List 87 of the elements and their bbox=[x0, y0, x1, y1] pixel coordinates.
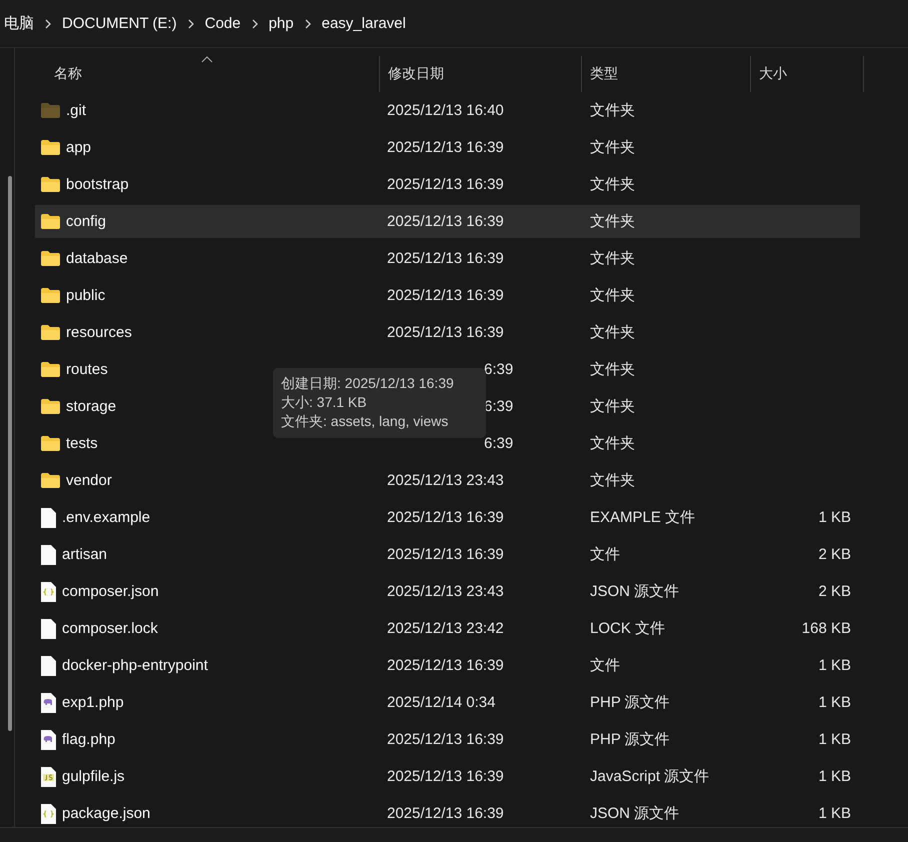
modified-date: 2025/12/13 16:39 bbox=[387, 804, 504, 822]
tooltip-line: 大小: 37.1 KB bbox=[281, 393, 368, 412]
modified-date: 2025/12/13 16:39 bbox=[387, 730, 504, 748]
breadcrumb-item[interactable]: easy_laravel bbox=[318, 15, 410, 32]
file-type: JSON 源文件 bbox=[589, 804, 680, 823]
modified-date: 2025/12/13 16:39 bbox=[387, 138, 504, 156]
file-type: 文件 bbox=[589, 656, 621, 675]
modified-date: 2025/12/13 16:39 bbox=[387, 324, 504, 340]
modified-date: 2025/12/13 23:42 bbox=[387, 620, 504, 636]
modified-date: 2025/12/13 16:39 bbox=[387, 656, 504, 674]
file-name: docker-php-entrypoint bbox=[62, 657, 208, 674]
file-type: LOCK 文件 bbox=[589, 619, 666, 638]
file-name: gulpfile.js bbox=[62, 768, 125, 785]
file-name: composer.lock bbox=[62, 620, 158, 637]
breadcrumb-item[interactable]: php bbox=[264, 15, 298, 32]
file-name: .git bbox=[66, 102, 86, 119]
modified-date: 2025/12/13 16:39 bbox=[387, 250, 504, 266]
chevron-icon bbox=[186, 18, 195, 28]
column-header[interactable]: 类型 bbox=[582, 56, 751, 92]
breadcrumb-item[interactable]: 电脑 bbox=[0, 14, 38, 33]
file-type: 文件夹 bbox=[589, 323, 636, 342]
file-size: 1 KB bbox=[817, 657, 851, 674]
chevron-icon bbox=[44, 18, 52, 28]
file-name: public bbox=[66, 287, 106, 304]
file-size: 1 KB bbox=[817, 509, 851, 526]
file-type: 文件夹 bbox=[589, 212, 636, 231]
file-name: exp1.php bbox=[62, 694, 124, 711]
file-name: bootstrap bbox=[66, 176, 129, 193]
file-row[interactable]: config 2025/12/13 16:39 文件夹 bbox=[35, 203, 860, 240]
file-name: package.json bbox=[62, 805, 150, 822]
file-name: resources bbox=[66, 324, 132, 341]
column-header[interactable]: 名称 bbox=[35, 56, 380, 92]
file-name: storage bbox=[66, 398, 116, 415]
file-size: 2 KB bbox=[817, 583, 851, 600]
file-type: 文件夹 bbox=[589, 471, 636, 490]
breadcrumb-item[interactable]: Code bbox=[200, 15, 245, 32]
file-size: 1 KB bbox=[817, 694, 851, 711]
file-type: 文件夹 bbox=[589, 397, 636, 416]
chevron-icon bbox=[304, 18, 312, 28]
file-type: 文件夹 bbox=[589, 138, 636, 157]
modified-date: 6:39 bbox=[484, 434, 514, 452]
file-size: 2 KB bbox=[817, 546, 851, 563]
file-name: app bbox=[66, 139, 92, 156]
file-name: .env.example bbox=[62, 509, 150, 526]
file-type: 文件夹 bbox=[589, 286, 636, 305]
file-type: 文件夹 bbox=[589, 360, 636, 379]
sort-caret-icon bbox=[201, 56, 213, 63]
file-name: composer.json bbox=[62, 583, 159, 600]
modified-date: 2025/12/13 16:40 bbox=[387, 102, 504, 118]
scrollbar-thumb[interactable] bbox=[8, 176, 12, 731]
file-name: config bbox=[66, 213, 106, 230]
file-name: database bbox=[66, 250, 128, 267]
file-type: PHP 源文件 bbox=[589, 730, 671, 749]
chevron-icon bbox=[250, 18, 259, 28]
modified-date: 2025/12/13 16:39 bbox=[387, 212, 504, 230]
file-type: 文件夹 bbox=[589, 434, 636, 453]
file-type: 文件夹 bbox=[589, 249, 636, 268]
column-header[interactable]: 修改日期 bbox=[380, 56, 582, 92]
modified-date: 2025/12/13 16:39 bbox=[387, 508, 504, 526]
modified-date: 2025/12/13 16:39 bbox=[387, 768, 504, 784]
modified-date: 2025/12/14 0:34 bbox=[387, 694, 496, 710]
file-size: 1 KB bbox=[817, 768, 851, 785]
file-name: artisan bbox=[62, 546, 108, 563]
file-name: flag.php bbox=[62, 731, 116, 748]
file-name: tests bbox=[66, 435, 98, 452]
file-type: JavaScript 源文件 bbox=[589, 767, 710, 786]
file-name: vendor bbox=[66, 472, 112, 489]
breadcrumb-item[interactable]: DOCUMENT (E:) bbox=[58, 15, 181, 32]
modified-date: 2025/12/13 16:39 bbox=[387, 546, 504, 562]
file-type: JSON 源文件 bbox=[589, 582, 680, 601]
column-header[interactable]: 大小 bbox=[751, 56, 864, 92]
modified-date: 6:39 bbox=[484, 360, 514, 378]
file-size: 1 KB bbox=[817, 731, 851, 748]
file-name: routes bbox=[66, 361, 108, 378]
file-type: PHP 源文件 bbox=[589, 693, 671, 712]
tooltip-line: 文件夹: assets, lang, views bbox=[281, 412, 450, 431]
modified-date: 2025/12/13 23:43 bbox=[387, 582, 504, 600]
file-type: EXAMPLE 文件 bbox=[589, 508, 696, 527]
file-type: 文件夹 bbox=[589, 101, 636, 120]
modified-date: 2025/12/13 23:43 bbox=[387, 472, 504, 488]
file-size: 168 KB bbox=[800, 620, 851, 637]
file-type: 文件夹 bbox=[589, 175, 636, 194]
file-type: 文件 bbox=[589, 545, 621, 564]
modified-date: 2025/12/13 16:39 bbox=[387, 286, 504, 304]
modified-date: 2025/12/13 16:39 bbox=[387, 176, 504, 192]
tooltip-line: 创建日期: 2025/12/13 16:39 bbox=[281, 374, 455, 393]
file-size: 1 KB bbox=[817, 805, 851, 822]
